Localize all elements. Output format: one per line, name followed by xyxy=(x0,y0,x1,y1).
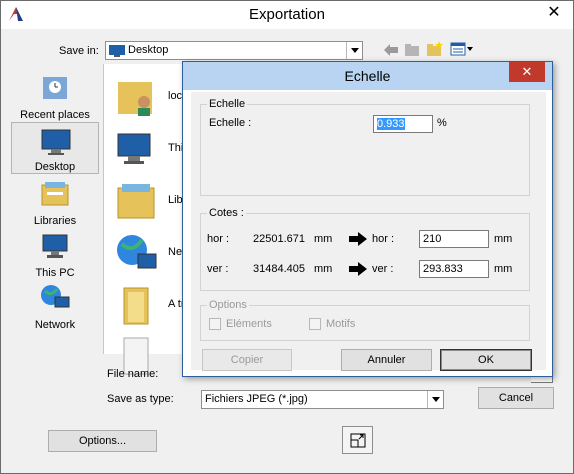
chevron-down-icon[interactable] xyxy=(427,391,443,408)
preview-toggle-button[interactable] xyxy=(342,426,373,454)
ok-button[interactable]: OK xyxy=(440,349,532,371)
scale-input[interactable]: 0.933 xyxy=(373,115,433,133)
list-item[interactable]: A tr xyxy=(110,278,184,328)
hor-label: hor : xyxy=(207,233,230,245)
chevron-down-icon[interactable] xyxy=(346,42,362,59)
copy-button[interactable]: Copier xyxy=(202,349,292,371)
list-item[interactable]: Lib xyxy=(110,174,184,224)
dialog-title: Echelle xyxy=(344,68,391,84)
window-title: Exportation xyxy=(249,6,325,23)
recent-places-icon xyxy=(43,77,67,99)
place-libraries[interactable]: Libraries xyxy=(11,175,99,227)
ver-unit: mm xyxy=(314,263,333,275)
export-window: Exportation ✕ Save in: Desktop Recent pl… xyxy=(0,0,574,474)
ver-target-unit: mm xyxy=(494,263,513,275)
scale-unit: % xyxy=(437,117,447,129)
up-folder-icon[interactable] xyxy=(404,42,420,57)
place-network[interactable]: Network xyxy=(11,279,99,331)
dialog-title-bar: Echelle ✕ xyxy=(183,62,552,90)
place-label: Recent places xyxy=(20,109,90,121)
cotes-group-title: Cotes : xyxy=(207,207,246,219)
view-menu-icon[interactable] xyxy=(450,42,474,56)
hor-target-unit: mm xyxy=(494,233,513,245)
place-this-pc[interactable]: This PC xyxy=(11,227,99,279)
cancel-button[interactable]: Annuler xyxy=(341,349,432,371)
libraries-icon xyxy=(117,184,155,219)
hor-unit: mm xyxy=(314,233,333,245)
place-label: Network xyxy=(34,319,76,331)
user-folder-icon xyxy=(118,82,152,116)
list-item[interactable]: Thi xyxy=(110,122,184,172)
cancel-button[interactable]: Cancel xyxy=(478,387,554,409)
hor-value: 22501.671 xyxy=(253,233,305,245)
dialog-close-icon[interactable]: ✕ xyxy=(509,62,545,82)
title-bar: Exportation ✕ xyxy=(1,1,573,29)
place-desktop[interactable]: Desktop xyxy=(11,122,99,174)
save-in-value: Desktop xyxy=(128,44,169,56)
save-type-combo[interactable]: Fichiers JPEG (*.jpg) xyxy=(201,390,444,409)
file-name-label: File name: xyxy=(107,368,159,380)
options-button[interactable]: Options... xyxy=(48,430,157,452)
elements-label: Eléments xyxy=(226,318,272,330)
places-bar: Recent places Desktop Libraries This PC … xyxy=(11,65,99,355)
hor-target-label: hor : xyxy=(372,233,395,245)
window-close-icon[interactable]: ✕ xyxy=(543,3,565,23)
list-item[interactable]: Net xyxy=(110,226,184,276)
options-group-title: Options xyxy=(207,299,249,311)
place-label: This PC xyxy=(35,267,75,279)
list-item[interactable]: loc xyxy=(110,70,184,120)
dialog-body: Echelle Echelle : 0.933 % Cotes : hor : … xyxy=(191,92,546,371)
ver-label: ver : xyxy=(207,263,229,275)
save-in-combo[interactable]: Desktop xyxy=(105,41,363,60)
scale-group: Echelle Echelle : 0.933 % xyxy=(200,98,530,196)
computer-icon xyxy=(117,133,151,164)
save-in-label: Save in: xyxy=(59,45,99,57)
cotes-group: Cotes : hor : 22501.671 mm hor : 210 mm … xyxy=(200,207,530,291)
right-arrow-icon xyxy=(349,262,367,276)
save-type-label: Save as type: xyxy=(107,393,174,405)
hor-target-input[interactable]: 210 xyxy=(419,230,489,248)
network-icon xyxy=(117,235,157,269)
libraries-icon xyxy=(41,182,69,206)
scale-label: Echelle : xyxy=(209,117,252,129)
back-arrow-icon[interactable] xyxy=(383,43,399,57)
ver-target-input[interactable]: 293.833 xyxy=(419,260,489,278)
echelle-dialog: Echelle ✕ Echelle Echelle : 0.933 % Cote… xyxy=(182,61,553,377)
ver-value: 31484.405 xyxy=(253,263,305,275)
desktop-icon xyxy=(109,45,125,57)
new-folder-icon[interactable] xyxy=(426,41,444,57)
options-group: Options Eléments Motifs xyxy=(200,299,530,341)
scale-group-title: Echelle xyxy=(207,98,248,110)
place-recent[interactable]: Recent places xyxy=(11,69,99,121)
ver-target-label: ver : xyxy=(372,263,394,275)
desktop-icon xyxy=(41,129,71,155)
motifs-checkbox[interactable] xyxy=(309,318,321,330)
right-arrow-icon xyxy=(349,232,367,246)
save-type-value: Fichiers JPEG (*.jpg) xyxy=(205,393,308,405)
list-item[interactable] xyxy=(110,330,184,375)
file-list[interactable]: loc Thi Lib Net A tr xyxy=(103,64,184,375)
resize-icon xyxy=(350,433,366,448)
place-label: Desktop xyxy=(34,161,76,173)
place-label: Libraries xyxy=(33,215,77,227)
elements-checkbox[interactable] xyxy=(209,318,221,330)
network-icon xyxy=(41,285,70,308)
motifs-label: Motifs xyxy=(326,318,356,330)
this-pc-icon xyxy=(42,234,68,258)
folder-icon xyxy=(123,287,149,325)
